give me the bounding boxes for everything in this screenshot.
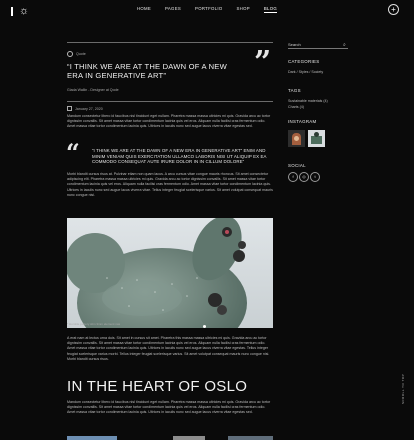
menu-plus-icon[interactable]: + [388, 4, 399, 15]
tag-link-2[interactable]: Charts (4) [288, 105, 348, 109]
nav-item-portfolio[interactable]: PORTFOLIO [195, 6, 222, 13]
main-nav: HOME PAGES PORTFOLIO SHOP BLOG [0, 6, 414, 13]
nav-item-blog[interactable]: BLOG [263, 6, 278, 13]
calendar-icon [67, 106, 72, 111]
categories-title: CATEGORIES [288, 59, 320, 64]
tags-title: TAGS [288, 88, 301, 93]
blockquote-text: “I THINK WE ARE AT THE DAWN OF A NEW ERA… [92, 148, 267, 165]
facebook-icon[interactable]: f [288, 172, 298, 182]
nav-item-pages[interactable]: PAGES [165, 6, 181, 13]
scroll-to-top[interactable]: SCROLL TO TOP [401, 374, 405, 404]
instagram-title: INSTAGRAM [288, 119, 317, 124]
search-underline [288, 48, 348, 49]
post-format: Quote [67, 51, 273, 57]
paragraph-fourth: Mandum consectetur libero id faucibus ni… [67, 400, 271, 415]
divider-top [67, 42, 273, 43]
slider-dot[interactable] [203, 325, 206, 328]
cactus-illustration [67, 218, 273, 328]
search-input[interactable]: Search [288, 42, 348, 47]
social-title: SOCIAL [288, 163, 306, 168]
twitter-icon[interactable]: t [310, 172, 320, 182]
tag-link-1[interactable]: Sustainable materials (4) [288, 99, 358, 103]
post-format-label: Quote [76, 52, 86, 56]
nav-item-home[interactable]: HOME [137, 6, 151, 13]
divider-quote [67, 101, 273, 102]
post-quote: “I THINK WE ARE AT THE DAWN OF A NEW ERA… [67, 62, 227, 80]
next-image-strip-3 [228, 436, 273, 440]
image-caption: * Humble pottery slim 3mm element nas [67, 322, 121, 326]
post-date[interactable]: January 27, 2020 [75, 107, 103, 111]
paragraph-second: Morbi blandit cursus risus at. Pulvinar … [67, 172, 273, 197]
next-image-strip-2 [173, 436, 205, 440]
instagram-icon[interactable]: ◎ [299, 172, 309, 182]
quote-mark-icon: ” [254, 45, 272, 80]
instagram-thumb-1[interactable] [288, 130, 305, 147]
cactus-photo [67, 218, 273, 328]
quote-format-icon [67, 51, 73, 57]
nav-item-shop[interactable]: SHOP [237, 6, 250, 13]
section-heading: IN THE HEART OF OSLO [67, 378, 248, 395]
next-image-strip-1 [67, 436, 117, 440]
categories-links[interactable]: Dark / Styles / Society [288, 70, 348, 74]
instagram-thumb-2[interactable] [308, 130, 325, 147]
post-meta: January 27, 2020 [67, 106, 103, 111]
paragraph-third: A erat nam at lectus urna duis. Sit amet… [67, 336, 270, 361]
paragraph-intro: Mandum consectetur libero id faucibus ni… [67, 114, 271, 129]
blockquote-mark-icon: “ [66, 138, 80, 167]
quote-author: Giada Wallin - Designer at Qode [67, 88, 119, 92]
